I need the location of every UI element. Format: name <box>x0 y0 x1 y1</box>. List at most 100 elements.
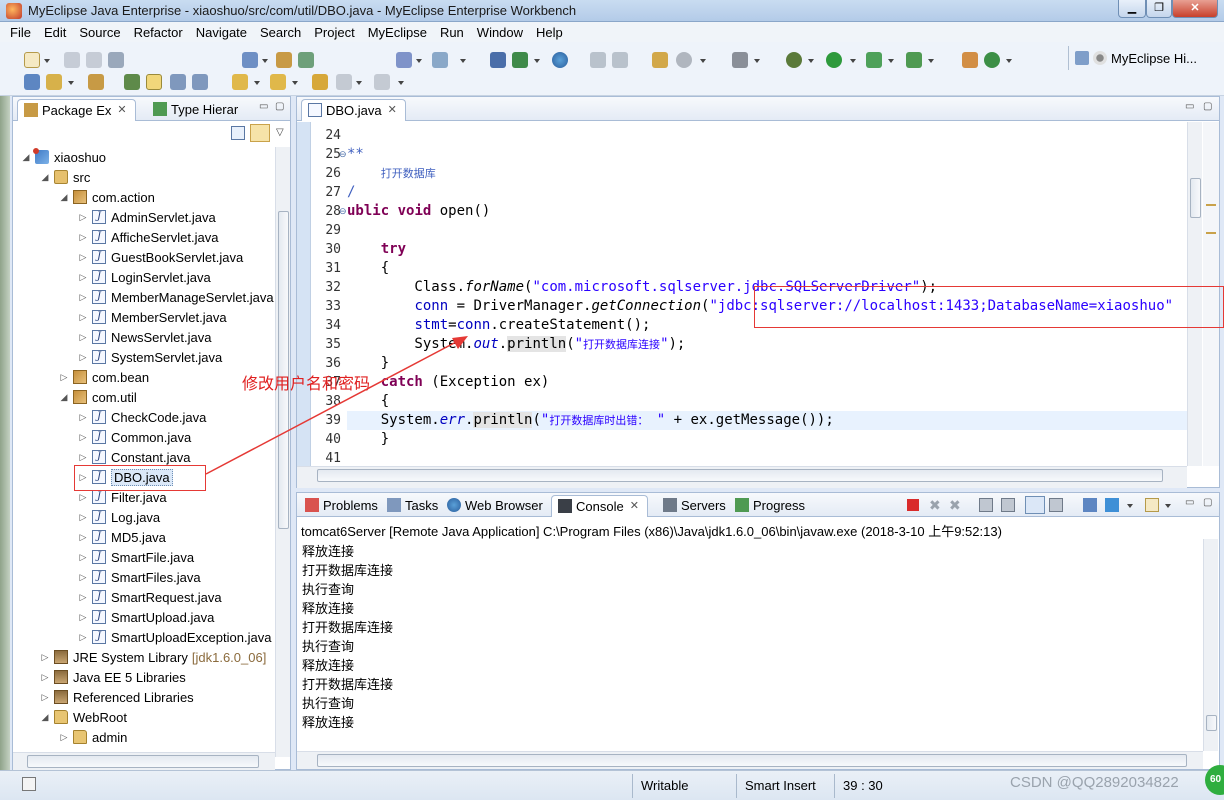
expand-toggle-icon[interactable]: ▷ <box>78 592 88 603</box>
tab-dbo-java[interactable]: DBO.java ✕ <box>301 99 406 121</box>
link-with-editor-icon[interactable] <box>250 124 270 142</box>
view-menu-icon[interactable]: ▽ <box>276 127 284 138</box>
tree-item[interactable]: ◢ com.action <box>59 187 155 207</box>
minimize-view-icon[interactable]: ▭ <box>1185 497 1194 508</box>
forward-icon[interactable] <box>374 74 390 90</box>
new-icon[interactable] <box>24 52 40 68</box>
minimize-view-icon[interactable]: ▭ <box>1185 101 1194 112</box>
tree-item[interactable]: ◢ src <box>40 167 91 187</box>
tree-item[interactable]: ▷ JRE System Library [jdk1.6.0_06] <box>40 647 267 667</box>
tree-item[interactable]: ▷ J Log.java <box>78 507 161 527</box>
clear-console-icon[interactable] <box>979 498 993 512</box>
expand-toggle-icon[interactable]: ▷ <box>78 252 88 263</box>
close-tab-icon[interactable]: ✕ <box>630 499 639 512</box>
scroll-lock-icon[interactable] <box>1001 498 1015 512</box>
open-perspective-icon[interactable] <box>1075 51 1089 65</box>
tab-servers[interactable]: Servers <box>657 495 734 517</box>
collapse-toggle-icon[interactable]: ◢ <box>40 172 50 183</box>
display-console-dropdown-icon[interactable] <box>1127 504 1133 508</box>
web-dropdown-icon[interactable] <box>416 59 422 63</box>
tree-item[interactable]: ▷ J GuestBookServlet.java <box>78 247 244 267</box>
expand-toggle-icon[interactable]: ▷ <box>78 552 88 563</box>
browser-icon[interactable] <box>552 52 568 68</box>
open-console-dropdown-icon[interactable] <box>1165 504 1171 508</box>
display-console-icon[interactable] <box>1105 498 1119 512</box>
menu-project[interactable]: Project <box>314 25 354 40</box>
tree-item[interactable]: ◢ com.util <box>59 387 137 407</box>
package-tree-hscrollbar[interactable] <box>13 752 275 770</box>
maximize-button[interactable]: ❐ <box>1146 0 1172 18</box>
pin-console-icon[interactable] <box>1083 498 1097 512</box>
code-line[interactable]: { <box>347 393 389 412</box>
print-icon[interactable] <box>108 52 124 68</box>
menu-source[interactable]: Source <box>79 25 120 40</box>
tree-item[interactable]: ▷ J MD5.java <box>78 527 166 547</box>
debug-dropdown-icon[interactable] <box>808 59 814 63</box>
tree-item[interactable]: ▷ J AfficheServlet.java <box>78 227 219 247</box>
image-editor-icon[interactable] <box>652 52 668 68</box>
open-folder-icon[interactable] <box>88 74 104 90</box>
expand-toggle-icon[interactable]: ▷ <box>78 572 88 583</box>
external-tools-dropdown-icon[interactable] <box>928 59 934 63</box>
tree-item[interactable]: ▷ J SmartUploadException.java <box>78 627 272 647</box>
tree-item[interactable]: ▷ admin <box>59 727 128 747</box>
save-icon[interactable] <box>64 52 80 68</box>
expand-toggle-icon[interactable]: ▷ <box>59 372 69 383</box>
tree-item[interactable]: ▷ J CheckCode.java <box>78 407 207 427</box>
expand-toggle-icon[interactable]: ▷ <box>40 652 50 663</box>
tab-type-hierarchy[interactable]: Type Hierar <box>147 99 246 121</box>
tree-item[interactable]: ◢ xiaoshuo <box>21 147 106 167</box>
expand-toggle-icon[interactable]: ▷ <box>78 352 88 363</box>
report-design-icon[interactable] <box>612 52 628 68</box>
menu-navigate[interactable]: Navigate <box>196 25 247 40</box>
expand-toggle-icon[interactable]: ▷ <box>40 672 50 683</box>
coverage-dropdown-icon[interactable] <box>888 59 894 63</box>
console-hscroll-thumb[interactable] <box>317 754 1187 767</box>
tree-item[interactable]: ▷ J SmartFile.java <box>78 547 195 567</box>
expand-toggle-icon[interactable]: ▷ <box>78 512 88 523</box>
close-tab-icon[interactable]: ✕ <box>117 103 126 116</box>
manage-deployments-icon[interactable] <box>490 52 506 68</box>
menu-search[interactable]: Search <box>260 25 301 40</box>
code-line[interactable]: System.out.println("打开数据库连接"); <box>347 336 685 355</box>
expand-toggle-icon[interactable]: ▷ <box>78 412 88 423</box>
tree-item[interactable]: ▷ J SmartFiles.java <box>78 567 201 587</box>
code-line[interactable]: { <box>347 260 389 279</box>
tab-package-explorer[interactable]: Package Ex ✕ <box>17 99 136 121</box>
next-annotation-dropdown-icon[interactable] <box>254 81 260 85</box>
deploy-dropdown-icon[interactable] <box>460 59 466 63</box>
network-icon[interactable] <box>676 52 692 68</box>
code-line[interactable]: ublic void open() <box>347 203 490 222</box>
external-tools-icon[interactable] <box>906 52 922 68</box>
expand-toggle-icon[interactable]: ▷ <box>59 732 69 743</box>
expand-toggle-icon[interactable]: ▷ <box>78 612 88 623</box>
report-icon[interactable] <box>590 52 606 68</box>
tree-item[interactable]: ▷ J MemberServlet.java <box>78 307 227 327</box>
tree-item[interactable]: ▷ J SystemServlet.java <box>78 347 223 367</box>
close-window-button[interactable]: ✕ <box>1172 0 1218 18</box>
last-edit-location-icon[interactable] <box>312 74 328 90</box>
new-server-icon[interactable] <box>24 74 40 90</box>
code-line[interactable]: try <box>347 241 406 260</box>
collapse-all-icon[interactable] <box>231 126 245 140</box>
tree-item[interactable]: ▷ J MemberManageServlet.java <box>78 287 274 307</box>
console-scroll-thumb[interactable] <box>1206 715 1217 731</box>
uml-dropdown-icon[interactable] <box>754 59 760 63</box>
debug-icon[interactable] <box>786 52 802 68</box>
console-vscrollbar[interactable] <box>1203 539 1218 751</box>
remove-all-launches-icon[interactable]: ✖ <box>949 497 961 514</box>
maximize-view-icon[interactable]: ▢ <box>1203 101 1212 112</box>
menu-run[interactable]: Run <box>440 25 464 40</box>
code-line[interactable]: catch (Exception ex) <box>347 374 550 393</box>
show-whitespace-icon[interactable] <box>192 74 208 90</box>
expand-toggle-icon[interactable]: ▷ <box>78 232 88 243</box>
menu-edit[interactable]: Edit <box>44 25 66 40</box>
tree-item[interactable]: ▷ J NewsServlet.java <box>78 327 212 347</box>
console-hscrollbar[interactable] <box>297 751 1203 769</box>
open-type-icon[interactable] <box>276 52 292 68</box>
menu-myeclipse[interactable]: MyEclipse <box>368 25 427 40</box>
menu-refactor[interactable]: Refactor <box>134 25 183 40</box>
tree-item[interactable]: ▷ J Constant.java <box>78 447 191 467</box>
code-line[interactable]: / <box>347 184 355 203</box>
tree-item[interactable]: ▷ J SmartRequest.java <box>78 587 222 607</box>
